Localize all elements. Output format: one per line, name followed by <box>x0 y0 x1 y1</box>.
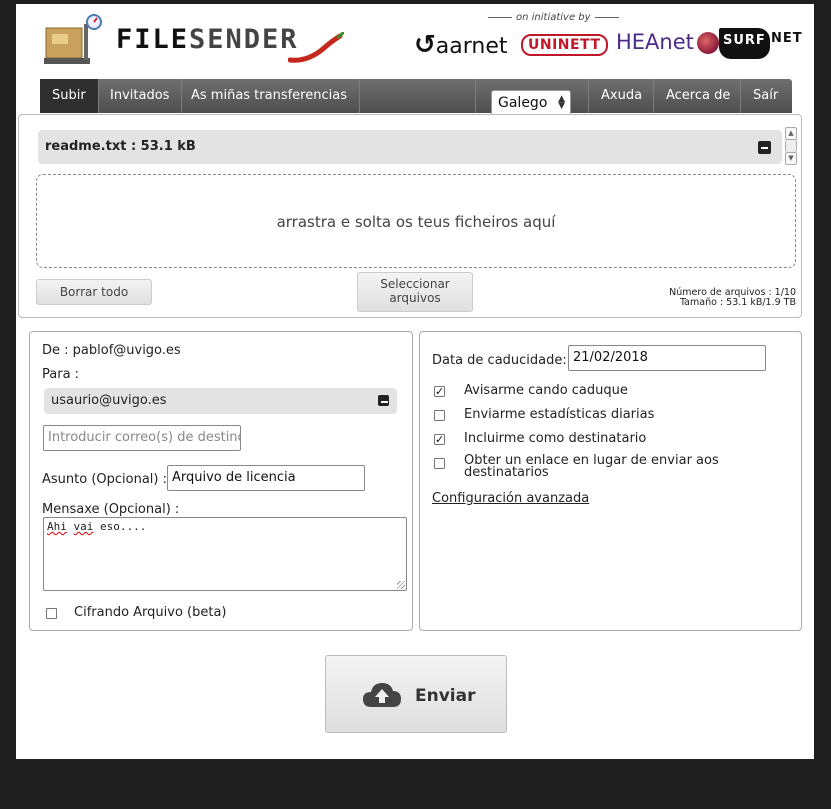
from-label: De : pablof@uvigo.es <box>42 343 181 358</box>
tab-logout[interactable]: Saír <box>740 79 790 113</box>
options-panel <box>419 331 802 631</box>
language-select[interactable]: Galego ▲ ▼ <box>491 90 571 116</box>
recipient-entry: usaurio@uvigo.es <box>44 388 397 414</box>
remove-recipient-icon[interactable] <box>378 395 389 406</box>
advanced-settings-link[interactable]: Configuración avanzada <box>432 491 589 506</box>
nav-divider <box>475 79 476 113</box>
surfnet-logo[interactable]: SURF NET <box>719 28 802 62</box>
tab-guests[interactable]: Invitados <box>98 79 183 113</box>
resize-handle-icon[interactable] <box>397 581 405 589</box>
encrypt-label: Cifrando Arquivo (beta) <box>74 605 227 620</box>
notify-expiry-label: Avisarme cando caduque <box>464 383 628 398</box>
expiry-date-input[interactable]: 21/02/2018 <box>568 345 766 371</box>
scroll-down-icon[interactable]: ▼ <box>785 152 797 165</box>
scroll-track[interactable] <box>785 140 797 152</box>
bottom-strip <box>0 790 831 809</box>
get-link-checkbox[interactable] <box>434 458 445 469</box>
subject-label: Asunto (Opcional) : <box>42 472 167 487</box>
to-label: Para : <box>42 367 80 382</box>
scroll-up-icon[interactable]: ▲ <box>785 127 797 140</box>
chili-pepper-icon <box>288 32 344 63</box>
globe-icon <box>696 32 719 54</box>
select-files-button[interactable]: Seleccionar arquivos <box>357 272 473 312</box>
clear-all-button[interactable]: Borrar todo <box>36 279 152 305</box>
file-dropzone[interactable]: arrastra e solta os teus ficheiros aquí <box>36 174 796 268</box>
filesender-logo-icon <box>44 14 104 66</box>
select-arrows-icon: ▲ ▼ <box>558 94 565 111</box>
upload-size: Tamaño : 53.1 kB/1.9 TB <box>679 297 796 308</box>
recipient-email-input[interactable]: Introducir correo(s) de destino <box>43 425 241 451</box>
file-list-scrollbar[interactable]: ▲ ▼ <box>785 127 797 167</box>
send-button-label: Enviar <box>415 686 476 706</box>
cloud-upload-icon <box>363 683 401 707</box>
message-label: Mensaxe (Opcional) : <box>42 502 180 517</box>
recipient-email: usaurio@uvigo.es <box>51 393 167 408</box>
tab-my-transfers[interactable]: As miñas transferencias <box>179 79 360 113</box>
heanet-logo[interactable]: HEAnet <box>616 30 719 54</box>
tab-about[interactable]: Acerca de <box>653 79 742 113</box>
include-me-checkbox[interactable]: ✓ <box>434 434 445 445</box>
daily-stats-label: Enviarme estadísticas diarias <box>464 407 655 422</box>
message-textarea[interactable]: Ahi vai eso.... <box>43 517 407 591</box>
uninett-logo[interactable]: UNINETT <box>521 34 608 56</box>
encrypt-checkbox[interactable] <box>46 608 57 619</box>
subject-input[interactable]: Arquivo de licencia <box>167 465 365 491</box>
upload-stats: Número de arquivos : 1/10 Tamaño : 53.1 … <box>669 288 796 308</box>
send-button[interactable]: Enviar <box>325 655 507 733</box>
daily-stats-checkbox[interactable] <box>434 410 445 421</box>
get-link-label: Obter un enlace en lugar de enviar aos de… <box>464 453 719 480</box>
expiry-label: Data de caducidade: <box>432 353 567 368</box>
notify-expiry-checkbox[interactable]: ✓ <box>434 386 445 397</box>
app-title: FILESENDER <box>116 24 299 55</box>
main-page: FILESENDER on initiative by ↺aarnet UNIN… <box>16 4 814 759</box>
language-select-value: Galego <box>498 95 548 111</box>
tab-upload[interactable]: Subir <box>40 79 99 113</box>
aarnet-logo[interactable]: ↺aarnet <box>414 30 508 60</box>
remove-file-icon[interactable] <box>758 141 771 154</box>
file-entry: readme.txt : 53.1 kB <box>38 130 782 164</box>
file-entry-label: readme.txt : 53.1 kB <box>45 139 196 154</box>
tab-help[interactable]: Axuda <box>588 79 654 113</box>
include-me-label: Incluirme como destinatario <box>464 431 647 446</box>
initiative-text: on initiative by <box>484 12 623 23</box>
main-nav: Subir Invitados As miñas transferencias … <box>40 79 792 113</box>
